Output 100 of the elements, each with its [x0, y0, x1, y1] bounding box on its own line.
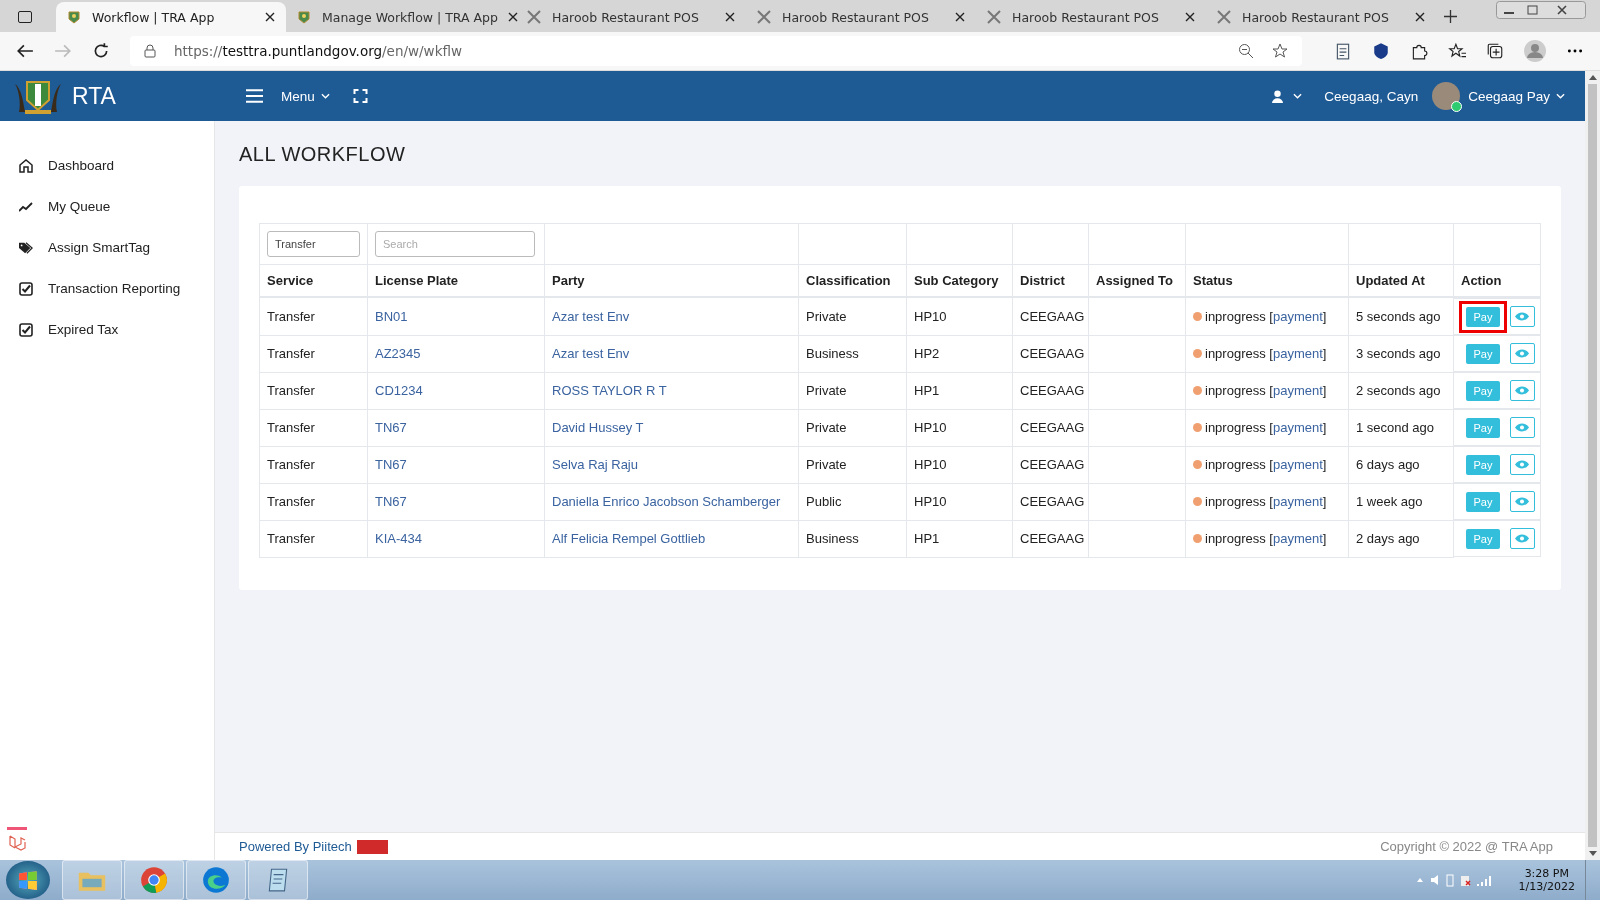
- puzzle-icon[interactable]: [1410, 42, 1428, 60]
- plate-link[interactable]: TN67: [375, 457, 407, 472]
- eye-icon: [1515, 460, 1530, 469]
- page-title: ALL WORKFLOW: [239, 143, 407, 166]
- status-link[interactable]: payment: [1272, 494, 1323, 509]
- party-link[interactable]: Selva Raj Raju: [552, 457, 638, 472]
- brand-name: RTA: [72, 82, 116, 110]
- sidebar-item[interactable]: My Queue: [0, 186, 214, 227]
- party-link[interactable]: ROSS TAYLOR R T: [552, 383, 667, 398]
- status-text: inprogress [: [1205, 420, 1273, 435]
- plate-link[interactable]: CD1234: [375, 383, 423, 398]
- table-cell: HP10: [914, 420, 947, 435]
- new-tab-icon[interactable]: [1444, 10, 1457, 23]
- browser-tab[interactable]: Haroob Restaurant POS: [1206, 2, 1436, 32]
- party-link[interactable]: Azar test Env: [552, 346, 630, 361]
- column-header: Party: [552, 273, 585, 288]
- edge-icon[interactable]: [186, 860, 246, 900]
- table-cell: CEEGAAG: [1020, 308, 1085, 324]
- browser-tab[interactable]: Workflow | TRA App: [56, 2, 286, 32]
- table-cell: Transfer: [267, 494, 315, 509]
- address-field[interactable]: https://testtra.puntlandgov.org/en/w/wkflw: [130, 36, 1302, 66]
- back-icon[interactable]: [16, 42, 34, 60]
- close-icon[interactable]: [264, 11, 276, 23]
- table-cell: Business: [806, 531, 859, 546]
- status-link[interactable]: payment: [1272, 531, 1323, 546]
- eye-icon: [1515, 349, 1530, 358]
- table-cell: 1 second ago: [1356, 420, 1435, 435]
- menu-icon[interactable]: [246, 89, 263, 103]
- party-link[interactable]: Azar test Env: [552, 308, 630, 324]
- table-cell: 1 week ago: [1356, 494, 1423, 509]
- window-controls-icon[interactable]: [1496, 1, 1586, 19]
- user-menu[interactable]: Ceegaag Pay: [1468, 88, 1565, 104]
- sidebar-item[interactable]: Transaction Reporting: [0, 268, 214, 309]
- status-link[interactable]: payment: [1272, 420, 1323, 435]
- plate-link[interactable]: TN67: [375, 420, 407, 435]
- scroll-down-icon[interactable]: [1588, 851, 1597, 856]
- scroll-up-icon[interactable]: [1588, 75, 1597, 80]
- eye-icon: [1515, 497, 1530, 506]
- table-cell: CEEGAAG: [1020, 383, 1085, 398]
- tab-actions-icon[interactable]: [18, 11, 32, 23]
- status-dot: [1193, 497, 1202, 506]
- browser-tab[interactable]: Manage Workflow | TRA App: [286, 2, 516, 32]
- table-cell: Private: [806, 457, 847, 472]
- status-link[interactable]: payment: [1272, 457, 1323, 472]
- browser-tab[interactable]: Haroob Restaurant POS: [746, 2, 976, 32]
- table-cell: Private: [806, 308, 847, 324]
- fullscreen-icon[interactable]: [351, 89, 369, 103]
- scrollbar-thumb[interactable]: [1588, 84, 1597, 847]
- company-logo-icon: [356, 839, 388, 854]
- close-icon[interactable]: [1184, 11, 1196, 23]
- close-icon[interactable]: [1414, 11, 1426, 23]
- sidebar-item[interactable]: Dashboard: [0, 145, 214, 186]
- user-dropdown[interactable]: [1272, 89, 1303, 103]
- status-link[interactable]: payment: [1272, 383, 1323, 398]
- caret-icon: [1293, 93, 1303, 99]
- table-cell: 6 days ago: [1356, 457, 1420, 472]
- close-icon[interactable]: [954, 11, 966, 23]
- sidebar-item[interactable]: Expired Tax: [0, 309, 214, 350]
- extension-icon[interactable]: [1372, 42, 1390, 60]
- close-icon[interactable]: [724, 11, 736, 23]
- service-filter-field[interactable]: Transfer: [267, 231, 360, 257]
- close-icon[interactable]: [507, 11, 518, 23]
- plate-link[interactable]: BN01: [375, 308, 408, 324]
- menu-dropdown[interactable]: Menu: [281, 88, 330, 104]
- checkbox-icon: [19, 322, 33, 337]
- notepad-icon[interactable]: [248, 860, 308, 900]
- table-cell: Transfer: [267, 383, 315, 398]
- zoom-out-icon[interactable]: [1238, 43, 1254, 59]
- reload-icon[interactable]: [92, 42, 110, 60]
- collections-icon[interactable]: [1486, 42, 1504, 60]
- status-dot: [1193, 386, 1202, 395]
- start-button[interactable]: [6, 861, 50, 899]
- bracket-text: ]: [1322, 308, 1327, 324]
- sidebar-item[interactable]: Assign SmartTag: [0, 227, 214, 268]
- column-header: Updated At: [1356, 273, 1425, 288]
- browser-tab[interactable]: Haroob Restaurant POS: [976, 2, 1206, 32]
- status-link[interactable]: payment: [1272, 308, 1323, 324]
- status-text: inprogress [: [1205, 457, 1273, 472]
- favorites-icon[interactable]: [1448, 42, 1466, 60]
- chrome-icon[interactable]: [124, 860, 184, 900]
- column-header: License Plate: [375, 273, 459, 288]
- powered-by-link[interactable]: Powered By Piitech: [239, 839, 352, 854]
- caret-icon: [320, 93, 330, 99]
- taskbar-clock[interactable]: 3:28 PM 1/13/2022: [1518, 867, 1575, 893]
- status-link[interactable]: payment: [1272, 346, 1323, 361]
- plate-link[interactable]: TN67: [375, 494, 407, 509]
- bracket-text: ]: [1322, 494, 1327, 509]
- status-dot: [1193, 311, 1202, 321]
- browser-tab[interactable]: Haroob Restaurant POS: [516, 2, 746, 32]
- favorite-icon[interactable]: [1272, 43, 1288, 59]
- profile-icon[interactable]: [1524, 40, 1546, 62]
- framework-logo-icon: [7, 827, 27, 852]
- clipboard-icon[interactable]: [1334, 42, 1352, 60]
- eye-icon: [1515, 312, 1530, 321]
- status-dot: [1193, 534, 1202, 543]
- plate-link[interactable]: AZ2345: [375, 346, 421, 361]
- party-link[interactable]: David Hussey T: [552, 420, 644, 435]
- plate-link[interactable]: KIA-434: [375, 531, 422, 546]
- table-cell: CEEGAAG: [1020, 531, 1085, 546]
- search-field[interactable]: Search: [375, 231, 535, 257]
